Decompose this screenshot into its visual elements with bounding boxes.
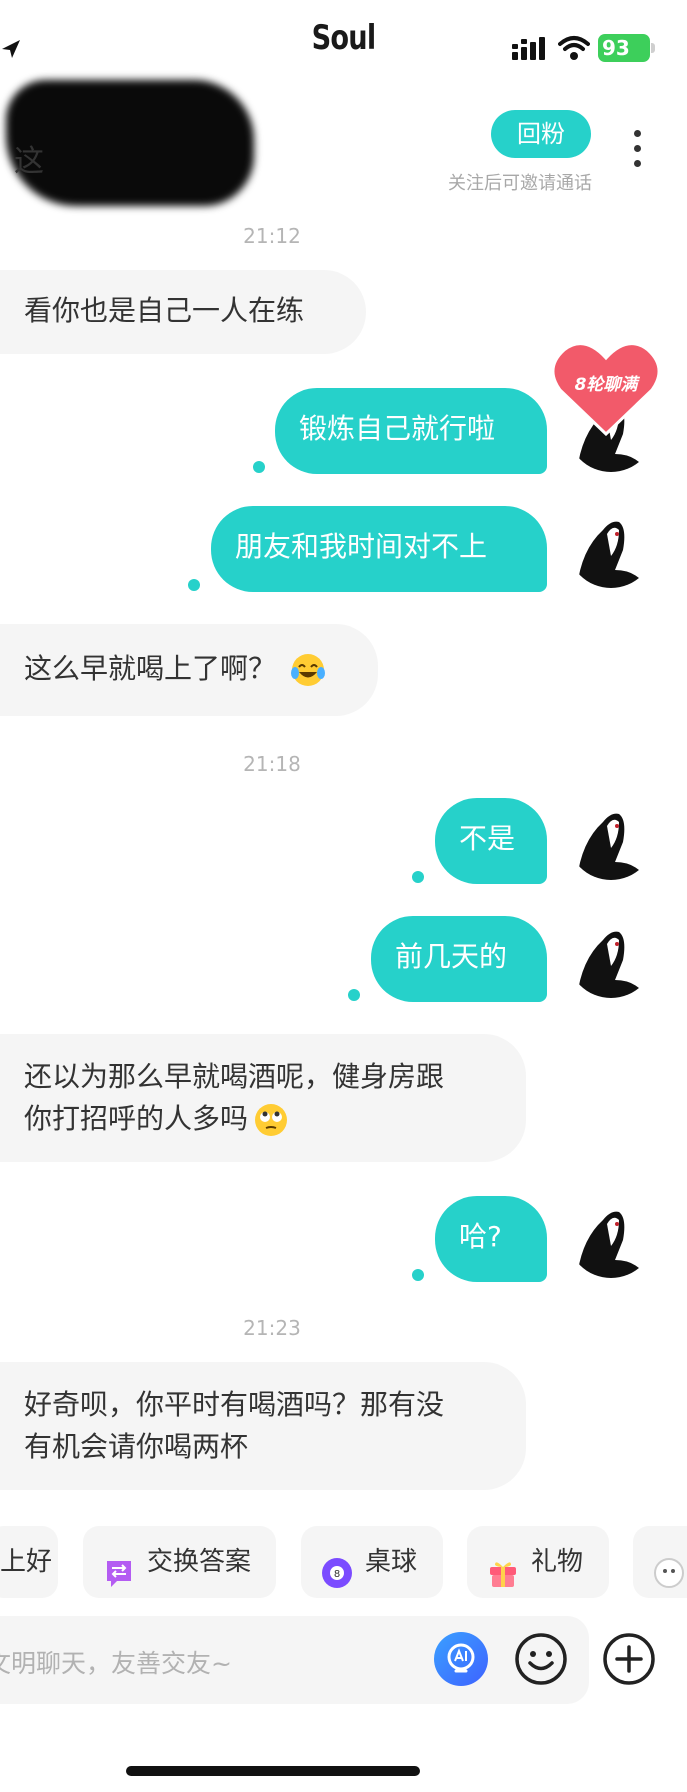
message-bubble-outgoing[interactable]: 前几天的 [371, 916, 547, 1002]
message-text-line: 还以为那么早就喝酒呢，健身房跟 [24, 1060, 445, 1093]
svg-text:8: 8 [334, 1569, 340, 1580]
timestamp: 21:23 [243, 1316, 301, 1340]
message-input-placeholder: 文明聊天，友善交友~ [0, 1649, 232, 1678]
read-dot [412, 871, 424, 883]
avatar[interactable] [567, 500, 655, 588]
gift-icon [487, 1545, 519, 1587]
message-text-line: 你打招呼的人多吗 [24, 1098, 504, 1140]
message-text: 看你也是自己一人在练 [24, 294, 305, 327]
chip-exchange-answers[interactable]: 交换答案 [83, 1526, 276, 1598]
more-vertical-icon[interactable] [628, 130, 646, 174]
message-bubble-incoming[interactable]: 这么早就喝上了啊？ [0, 624, 378, 716]
tears-of-joy-emoji [290, 653, 325, 687]
message-bubble-outgoing[interactable]: 哈? [435, 1196, 547, 1282]
timestamp: 21:18 [243, 752, 301, 776]
chat-rounds-badge: 8轮聊满 [574, 375, 638, 395]
message-text: 前几天的 [395, 940, 508, 973]
message-bubble-incoming[interactable]: 看你也是自己一人在练 [0, 270, 366, 354]
sticker-icon [653, 1545, 685, 1588]
avatar[interactable] [567, 1190, 655, 1278]
battery-tip [651, 43, 655, 53]
follow-back-button[interactable]: 回粉 [491, 110, 591, 158]
follow-hint: 关注后可邀请通话 [448, 173, 592, 194]
avatar[interactable] [567, 792, 655, 880]
chip-more-partial[interactable] [633, 1526, 687, 1598]
message-bubble-incoming[interactable]: 好奇呗，你平时有喝酒吗？那有没 有机会请你喝两杯 [0, 1362, 526, 1490]
message-text-line: 好奇呗，你平时有喝酒吗？那有没 [24, 1388, 445, 1421]
wifi-icon [558, 34, 590, 62]
read-dot [348, 989, 360, 1001]
signal-icon [512, 36, 548, 62]
message-text: 哈? [459, 1220, 502, 1253]
message-text: 朋友和我时间对不上 [235, 530, 488, 563]
battery-icon: 93 [598, 34, 650, 62]
emoji-smile-icon[interactable] [514, 1632, 568, 1686]
message-bubble-outgoing[interactable]: 不是 [435, 798, 547, 884]
location-arrow-icon [0, 38, 22, 60]
read-dot [253, 461, 265, 473]
message-text: 这么早就喝上了啊？ [24, 652, 277, 685]
swap-chat-icon [103, 1545, 135, 1587]
rolling-eyes-emoji [254, 1103, 288, 1137]
avatar[interactable] [567, 910, 655, 998]
message-bubble-outgoing[interactable]: 朋友和我时间对不上 [211, 506, 547, 592]
timestamp: 21:12 [243, 224, 301, 248]
message-bubble-outgoing[interactable]: 锻炼自己就行啦 [275, 388, 547, 474]
read-dot [412, 1269, 424, 1281]
read-dot [188, 579, 200, 591]
chip-gift[interactable]: 礼物 [467, 1526, 609, 1598]
message-text-line: 有机会请你喝两杯 [24, 1430, 249, 1463]
message-text: 锻炼自己就行啦 [299, 412, 496, 445]
ai-assistant-icon[interactable] [434, 1632, 488, 1686]
chip-billiards[interactable]: 8 桌球 [301, 1526, 443, 1598]
message-bubble-incoming[interactable]: 还以为那么早就喝酒呢，健身房跟 你打招呼的人多吗 [0, 1034, 526, 1162]
plus-icon[interactable] [602, 1632, 656, 1686]
chip-partial[interactable]: 上好 [0, 1526, 58, 1598]
profile-name-partial: 这 [14, 144, 44, 179]
billiard-ball-icon: 8 [321, 1545, 353, 1588]
home-indicator [126, 1766, 420, 1776]
message-text: 不是 [459, 822, 516, 855]
